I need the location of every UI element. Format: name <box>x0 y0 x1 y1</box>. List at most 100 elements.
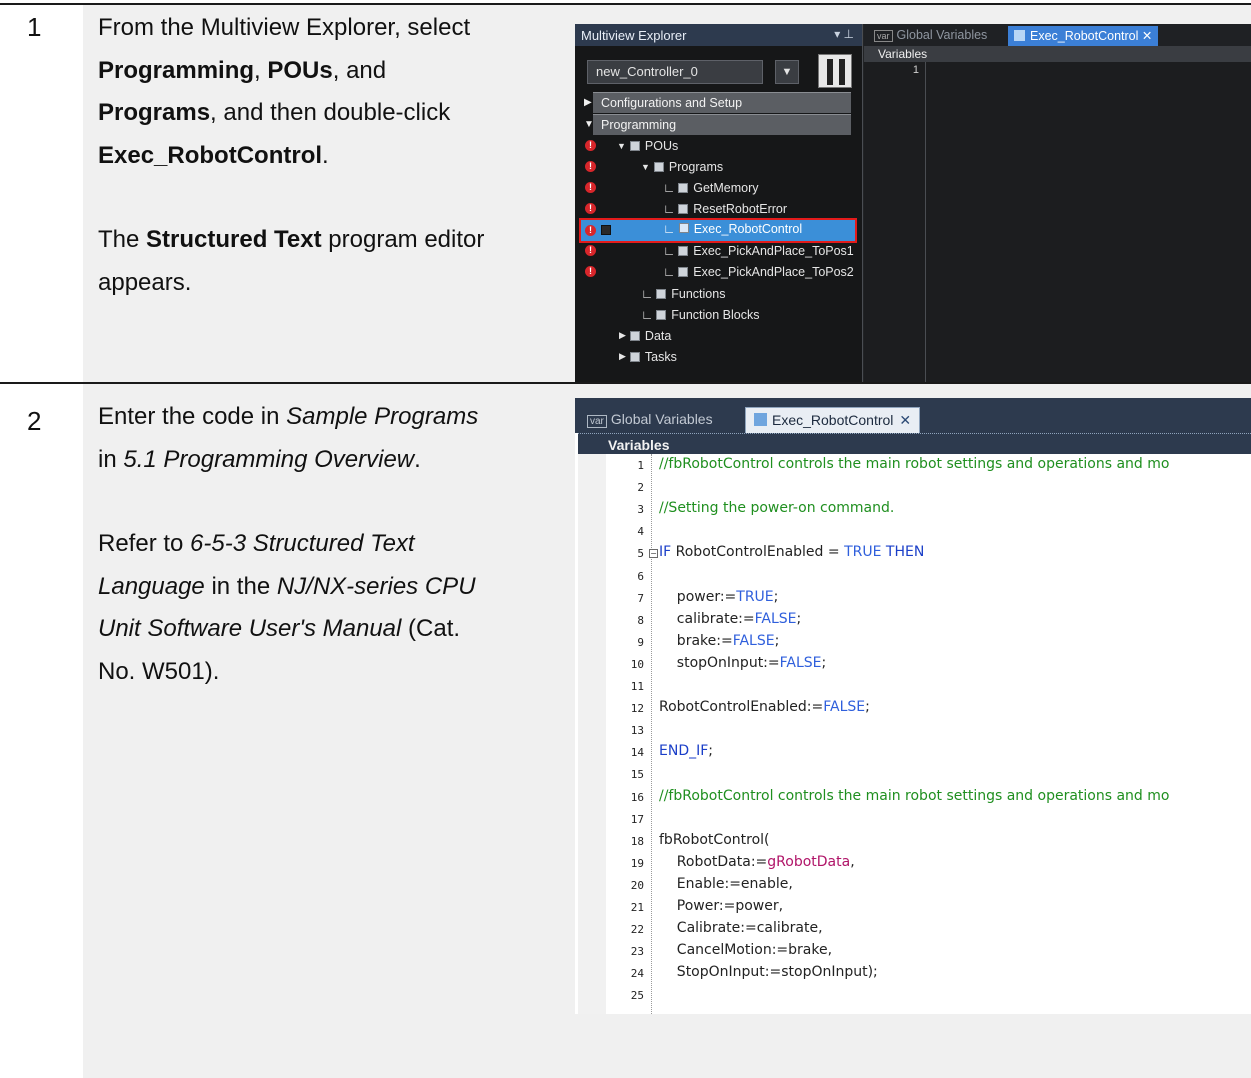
status-icon <box>601 225 611 235</box>
line-number: 17 <box>630 812 644 826</box>
data-icon <box>629 330 640 341</box>
code-text: END_IF; <box>659 743 713 760</box>
fold-toggle-icon[interactable]: − <box>649 549 658 559</box>
line-number: 18 <box>630 834 644 848</box>
tree-item-data[interactable]: ▶ Data <box>619 325 671 346</box>
code-text: stopOnInput:=FALSE; <box>659 654 827 671</box>
tab-exec-robotcontrol[interactable]: Exec_RobotControl ✕ <box>745 407 921 433</box>
error-icon: ! <box>585 266 596 277</box>
code-text: //Setting the power-on command. <box>659 500 895 517</box>
code-text: calibrate:=FALSE; <box>659 610 802 627</box>
line-number: 19 <box>630 856 644 870</box>
tree-item-function-blocks[interactable]: ∟ Function Blocks <box>641 304 759 325</box>
error-icon: ! <box>585 140 596 151</box>
collapse-arrow-icon[interactable]: ▼ <box>641 162 650 172</box>
expand-arrow-icon[interactable]: ▶ <box>619 330 626 341</box>
line-number: 14 <box>630 746 644 760</box>
screenshot-st-editor: var Global Variables Exec_RobotControl ✕ V… <box>575 398 1251 1014</box>
code-text: RobotControlEnabled:=FALSE; <box>659 699 870 716</box>
code-text: power:=TRUE; <box>659 588 779 605</box>
tree-item-program[interactable]: ∟ Exec_PickAndPlace_ToPos1 <box>663 240 854 261</box>
editor-tab-bar: var Global Variables Exec_RobotControl ✕ <box>575 398 1251 433</box>
folder-icon <box>656 288 667 299</box>
line-number: 6 <box>637 569 644 583</box>
line-number: 9 <box>637 635 644 649</box>
program-icon <box>678 223 689 233</box>
line-number: 5 <box>637 547 644 561</box>
line-number: 11 <box>630 680 644 693</box>
controller-toggle-button[interactable] <box>818 54 852 88</box>
line-number: 25 <box>630 989 644 1003</box>
tree-item-program[interactable]: ∟ ResetRobotError <box>663 198 787 219</box>
expand-arrow-icon[interactable]: ▶ <box>619 351 626 362</box>
variables-header[interactable]: Variables <box>578 433 1251 454</box>
chevron-down-icon[interactable]: ▼ <box>775 60 799 84</box>
line-number: 22 <box>630 923 644 937</box>
code-text: //fbRobotControl controls the main robot… <box>659 456 1170 472</box>
line-number: 7 <box>637 591 644 605</box>
collapse-arrow-icon[interactable]: ▼ <box>617 141 626 151</box>
line-number: 10 <box>630 657 644 671</box>
code-text: //fbRobotControl controls the main robot… <box>659 787 1170 804</box>
tree-item-program[interactable]: ∟ Exec_PickAndPlace_ToPos2 <box>663 261 854 282</box>
code-text: CancelMotion:=brake, <box>659 942 833 959</box>
line-number: 15 <box>630 768 644 782</box>
close-icon[interactable]: ✕ <box>899 412 911 428</box>
code-text: Calibrate:=calibrate, <box>659 920 823 937</box>
tree-item-program[interactable]: ∟ GetMemory <box>663 177 759 198</box>
screenshot-multiview-explorer: Multiview Explorer ▾ ⊥ new_Controller_0 … <box>575 24 1251 382</box>
code-text: brake:=FALSE; <box>659 632 780 649</box>
program-icon <box>754 413 767 426</box>
indent-guide <box>651 454 652 1014</box>
error-icon: ! <box>585 182 596 193</box>
tree-item-tasks[interactable]: ▶ Tasks <box>619 346 677 367</box>
explorer-title-bar: Multiview Explorer ▾ ⊥ <box>575 24 862 46</box>
code-text: StopOnInput:=stopOnInput); <box>659 964 878 981</box>
step-number: 1 <box>27 12 42 42</box>
error-icon: ! <box>585 203 596 214</box>
folder-icon <box>653 161 664 172</box>
step-1-instructions: From the Multiview Explorer, select Prog… <box>98 14 485 296</box>
pin-icon[interactable]: ▾ ⊥ <box>834 27 854 41</box>
line-number: 4 <box>637 525 644 539</box>
program-icon <box>1014 30 1025 41</box>
code-editor[interactable]: 1 //fbRobotControl controls the main robo… <box>578 454 1251 1014</box>
tree-item-pous[interactable]: ▼ POUs <box>617 135 678 156</box>
program-icon <box>678 203 689 214</box>
tab-global-variables[interactable]: var Global Variables <box>868 26 993 46</box>
tab-global-variables[interactable]: var Global Variables <box>579 407 721 433</box>
section-configurations-and-setup[interactable]: Configurations and Setup <box>593 92 851 113</box>
code-text: RobotData:=gRobotData, <box>659 853 855 870</box>
code-editor[interactable]: 1 <box>864 62 1251 382</box>
line-number: 12 <box>630 702 644 716</box>
code-text: fbRobotControl( <box>659 831 770 848</box>
program-icon <box>678 266 689 277</box>
explorer-title: Multiview Explorer <box>581 28 687 43</box>
program-icon <box>678 245 689 256</box>
tab-exec-robotcontrol[interactable]: Exec_RobotControl ✕ <box>1008 26 1159 46</box>
code-text: Enable:=enable, <box>659 875 793 892</box>
var-icon: var <box>587 415 607 428</box>
error-icon: ! <box>585 225 596 236</box>
collapse-arrow-icon[interactable]: ▼ <box>584 119 594 130</box>
code-text: IF RobotControlEnabled = TRUE THEN <box>659 544 925 561</box>
code-text: Power:=power, <box>659 898 784 914</box>
tree-item-functions[interactable]: ∟ Functions <box>641 283 725 304</box>
line-number: 1 <box>637 459 644 472</box>
line-number: 2 <box>637 481 644 495</box>
tasks-icon <box>629 351 640 362</box>
controller-select[interactable]: new_Controller_0 <box>587 60 763 84</box>
line-number: 23 <box>630 945 644 959</box>
tree-item-selected-program[interactable]: ! ∟ Exec_RobotControl <box>579 218 857 243</box>
variables-header[interactable]: Variables <box>864 46 1251 62</box>
tree-item-programs[interactable]: ▼ Programs <box>641 156 723 177</box>
line-gutter <box>578 454 606 1014</box>
step-2-instructions: Enter the code in Sample Programs in 5.1… <box>98 403 479 685</box>
expand-arrow-icon[interactable]: ▶ <box>584 97 592 108</box>
section-programming[interactable]: Programming <box>593 114 851 135</box>
line-number: 1 <box>912 64 919 76</box>
line-number: 16 <box>630 790 644 804</box>
line-gutter: 1 <box>864 62 926 382</box>
editor-tab-bar: var Global Variables Exec_RobotControl ✕ <box>864 24 1251 46</box>
step-number-cell-2 <box>0 384 83 1078</box>
